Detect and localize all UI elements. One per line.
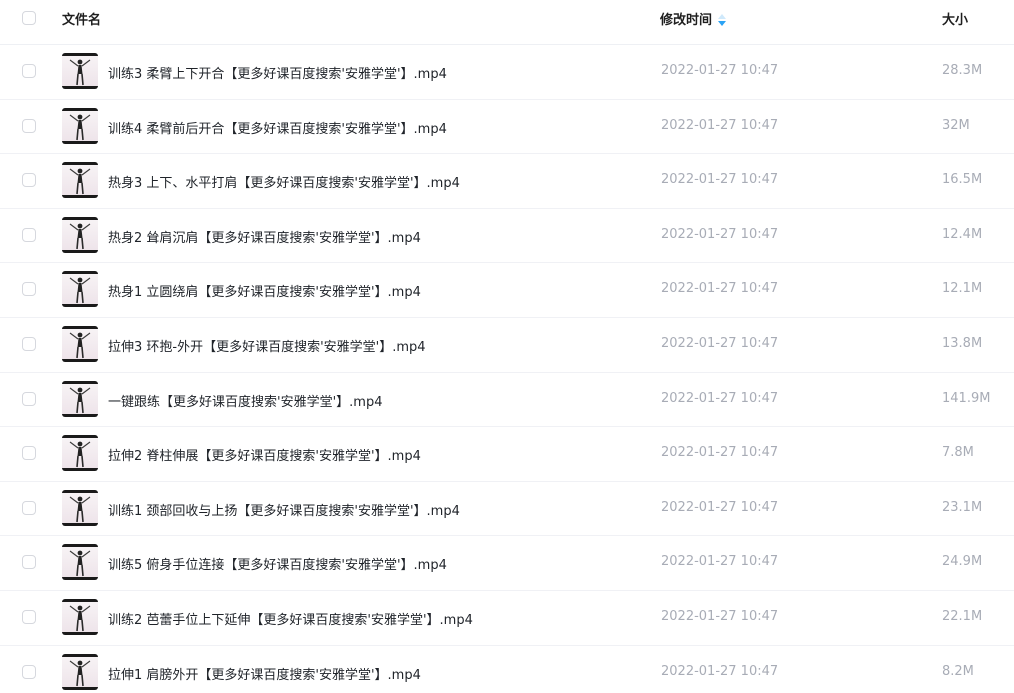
row-checkbox[interactable] — [22, 118, 36, 133]
video-thumbnail-icon — [69, 59, 91, 86]
file-name[interactable]: 热身1 立圆绕肩【更多好课百度搜索'安雅学堂'】.mp4 — [108, 281, 421, 300]
file-modified-time: 2022-01-27 10:47 — [661, 63, 779, 78]
file-size: 28.3M — [942, 63, 983, 78]
file-modified-time: 2022-01-27 10:47 — [661, 499, 779, 515]
file-size: 141.9M — [942, 390, 991, 406]
file-name[interactable]: 热身2 耸肩沉肩【更多好课百度搜索'安雅学堂'】.mp4 — [108, 227, 421, 246]
file-row[interactable]: 拉伸3 环抱-外开【更多好课百度搜索'安雅学堂'】.mp4 2022-01-27 … — [0, 318, 1014, 373]
video-thumbnail[interactable] — [62, 53, 98, 89]
column-header-name[interactable]: 文件名 — [62, 9, 101, 28]
video-thumbnail[interactable] — [62, 325, 98, 362]
file-size: 16.5M — [942, 172, 983, 188]
video-thumbnail[interactable] — [62, 544, 98, 581]
video-thumbnail-icon — [69, 605, 91, 632]
file-size: 12.4M — [942, 226, 983, 242]
video-thumbnail-icon — [69, 168, 91, 195]
file-size: 22.1M — [942, 608, 983, 624]
file-name[interactable]: 一键跟练【更多好课百度搜索'安雅学堂'】.mp4 — [108, 391, 382, 410]
row-checkbox[interactable] — [22, 282, 36, 297]
video-thumbnail-icon — [69, 441, 91, 468]
file-list: 文件名 修改时间 大小 训练3 柔臂上下开合【更多好课百度搜索'安雅学堂'】.m… — [0, 0, 1014, 693]
row-checkbox[interactable] — [22, 446, 36, 461]
row-checkbox[interactable] — [22, 664, 36, 679]
file-rows: 训练3 柔臂上下开合【更多好课百度搜索'安雅学堂'】.mp4 2022-01-27… — [0, 45, 1014, 693]
file-size: 23.1M — [942, 499, 983, 515]
file-modified-time: 2022-01-27 10:47 — [661, 554, 779, 570]
file-modified-time: 2022-01-27 10:47 — [661, 226, 779, 242]
file-row[interactable]: 一键跟练【更多好课百度搜索'安雅学堂'】.mp4 2022-01-27 10:47… — [0, 373, 1014, 428]
file-modified-time: 2022-01-27 10:47 — [661, 663, 779, 679]
video-thumbnail-icon — [69, 223, 91, 249]
row-checkbox[interactable] — [22, 173, 36, 188]
file-name[interactable]: 拉伸3 环抱-外开【更多好课百度搜索'安雅学堂'】.mp4 — [108, 336, 426, 355]
video-thumbnail[interactable] — [62, 380, 98, 417]
column-header-modified-time[interactable]: 修改时间 — [660, 9, 727, 28]
row-checkbox[interactable] — [22, 336, 36, 351]
video-thumbnail[interactable] — [62, 162, 98, 199]
video-thumbnail-icon — [69, 550, 91, 577]
file-modified-time: 2022-01-27 10:47 — [661, 281, 779, 297]
file-row[interactable]: 训练3 柔臂上下开合【更多好课百度搜索'安雅学堂'】.mp4 2022-01-27… — [0, 45, 1014, 100]
file-size: 8.2M — [942, 663, 974, 679]
row-checkbox[interactable] — [22, 227, 36, 242]
video-thumbnail[interactable] — [62, 271, 98, 308]
file-row[interactable]: 拉伸1 肩膀外开【更多好课百度搜索'安雅学堂'】.mp4 2022-01-27 1… — [0, 646, 1014, 693]
file-size: 32M — [942, 117, 970, 133]
file-name[interactable]: 拉伸1 肩膀外开【更多好课百度搜索'安雅学堂'】.mp4 — [108, 664, 421, 683]
file-size: 12.1M — [942, 281, 983, 297]
video-thumbnail[interactable] — [62, 489, 98, 526]
row-checkbox[interactable] — [22, 609, 36, 624]
video-thumbnail-icon — [69, 387, 91, 413]
file-modified-time: 2022-01-27 10:47 — [661, 335, 779, 351]
file-modified-time: 2022-01-27 10:47 — [661, 608, 779, 624]
sort-arrows-icon[interactable] — [718, 13, 727, 26]
file-name[interactable]: 训练5 俯身手位连接【更多好课百度搜索'安雅学堂'】.mp4 — [108, 554, 447, 573]
video-thumbnail-icon — [69, 332, 91, 359]
file-row[interactable]: 训练1 颈部回收与上扬【更多好课百度搜索'安雅学堂'】.mp4 2022-01-2… — [0, 482, 1014, 537]
file-row[interactable]: 热身1 立圆绕肩【更多好课百度搜索'安雅学堂'】.mp4 2022-01-27 1… — [0, 263, 1014, 318]
row-checkbox[interactable] — [22, 500, 36, 515]
file-modified-time: 2022-01-27 10:47 — [661, 390, 779, 406]
column-header-size[interactable]: 大小 — [942, 9, 968, 28]
video-thumbnail-icon — [69, 114, 91, 140]
video-thumbnail[interactable] — [62, 653, 98, 690]
video-thumbnail[interactable] — [62, 216, 98, 253]
video-thumbnail[interactable] — [62, 598, 98, 635]
file-name[interactable]: 训练3 柔臂上下开合【更多好课百度搜索'安雅学堂'】.mp4 — [108, 63, 447, 82]
file-row[interactable]: 热身2 耸肩沉肩【更多好课百度搜索'安雅学堂'】.mp4 2022-01-27 1… — [0, 209, 1014, 264]
file-modified-time: 2022-01-27 10:47 — [661, 172, 779, 188]
row-checkbox[interactable] — [22, 64, 36, 78]
file-size: 7.8M — [942, 445, 974, 461]
row-checkbox[interactable] — [22, 555, 36, 570]
file-modified-time: 2022-01-27 10:47 — [661, 117, 779, 133]
list-header: 文件名 修改时间 大小 — [0, 0, 1014, 45]
video-thumbnail-icon — [69, 660, 91, 686]
file-name[interactable]: 热身3 上下、水平打肩【更多好课百度搜索'安雅学堂'】.mp4 — [108, 172, 460, 191]
video-thumbnail[interactable] — [62, 435, 98, 472]
row-checkbox[interactable] — [22, 391, 36, 406]
file-row[interactable]: 热身3 上下、水平打肩【更多好课百度搜索'安雅学堂'】.mp4 2022-01-2… — [0, 154, 1014, 209]
video-thumbnail-icon — [69, 496, 91, 522]
file-name[interactable]: 训练2 芭蕾手位上下延伸【更多好课百度搜索'安雅学堂'】.mp4 — [108, 609, 473, 628]
file-modified-time: 2022-01-27 10:47 — [661, 445, 779, 461]
file-row[interactable]: 拉伸2 脊柱伸展【更多好课百度搜索'安雅学堂'】.mp4 2022-01-27 1… — [0, 427, 1014, 482]
file-name[interactable]: 训练1 颈部回收与上扬【更多好课百度搜索'安雅学堂'】.mp4 — [108, 500, 460, 519]
file-name[interactable]: 训练4 柔臂前后开合【更多好课百度搜索'安雅学堂'】.mp4 — [108, 118, 447, 137]
file-size: 13.8M — [942, 335, 983, 351]
column-header-modified-time-label: 修改时间 — [660, 13, 713, 28]
video-thumbnail-icon — [69, 277, 91, 304]
file-row[interactable]: 训练4 柔臂前后开合【更多好课百度搜索'安雅学堂'】.mp4 2022-01-27… — [0, 100, 1014, 155]
file-size: 24.9M — [942, 554, 983, 570]
video-thumbnail[interactable] — [62, 107, 98, 144]
select-all-checkbox[interactable] — [22, 11, 36, 25]
file-row[interactable]: 训练5 俯身手位连接【更多好课百度搜索'安雅学堂'】.mp4 2022-01-27… — [0, 536, 1014, 591]
file-row[interactable]: 训练2 芭蕾手位上下延伸【更多好课百度搜索'安雅学堂'】.mp4 2022-01-… — [0, 591, 1014, 646]
file-name[interactable]: 拉伸2 脊柱伸展【更多好课百度搜索'安雅学堂'】.mp4 — [108, 445, 421, 464]
